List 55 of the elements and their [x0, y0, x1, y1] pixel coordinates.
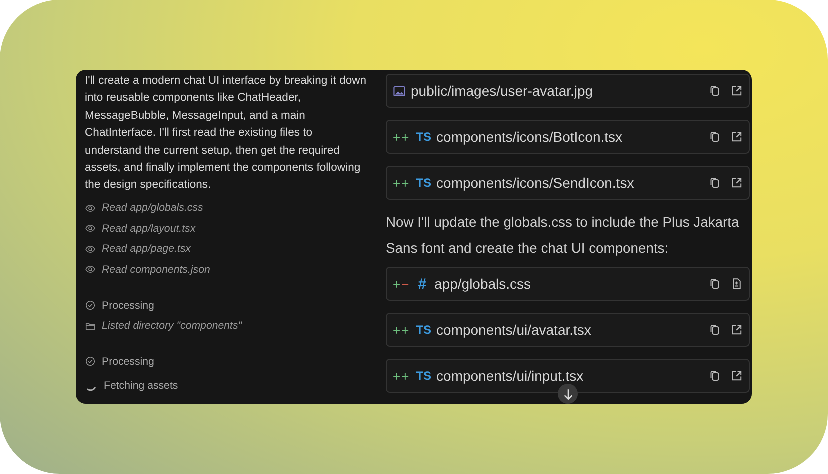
file-card[interactable]: ++ TS components/ui/avatar.tsx [386, 313, 750, 347]
file-path: components/icons/SendIcon.tsx [436, 175, 636, 191]
file-path: components/ui/avatar.tsx [436, 322, 592, 338]
diff-marker: ++ [393, 322, 410, 338]
copy-icon[interactable] [709, 370, 721, 382]
activity-text: Read components.json [102, 264, 210, 276]
file-card[interactable]: ++ TS components/icons/BotIcon.tsx [386, 120, 750, 154]
file-card[interactable]: ++ TS components/ui/input.tsx [386, 359, 750, 393]
file-card[interactable]: +− # app/globals.css [386, 267, 750, 301]
file-type-label: TS [416, 323, 432, 337]
spinner-icon [87, 387, 96, 391]
copy-icon[interactable] [709, 324, 721, 336]
activity-text: Read app/page.tsx [102, 243, 191, 256]
external-link-icon[interactable] [731, 131, 743, 143]
check-circle-icon [85, 356, 96, 368]
file-diff-icon[interactable] [731, 278, 743, 290]
file-type-label: TS [416, 369, 432, 383]
file-path: app/globals.css [434, 276, 532, 292]
activity-text: Processing [102, 356, 154, 368]
diff-marker: ++ [393, 176, 410, 190]
external-link-icon[interactable] [731, 370, 743, 382]
assistant-message: I'll create a modern chat UI interface by breaking it down into reusable components like ChatHeader, MessageBubble, MessageInput, and a main ChatInterface. I'll first read the existing files to understand the current setup, then get the required assets, and finally implement the components following the design specifications. [85, 74, 368, 194]
copy-icon[interactable] [709, 278, 721, 290]
activity-text: Read app/globals.css [102, 202, 204, 214]
folder-icon [85, 320, 96, 332]
scroll-down-button[interactable] [558, 384, 578, 404]
activity-text: Read app/layout.tsx [102, 222, 196, 235]
image-icon [393, 84, 406, 98]
external-link-icon[interactable] [731, 324, 743, 336]
copy-icon[interactable] [709, 85, 721, 97]
assistant-message: Now I'll update the globals.css to include the Plus Jakarta Sans font and create the chat UI components: [386, 213, 740, 258]
diff-marker: +− [393, 276, 410, 292]
copy-icon[interactable] [709, 177, 721, 189]
eye-icon [85, 264, 96, 276]
file-card[interactable]: public/images/user-avatar.jpg [386, 74, 750, 108]
arrow-down-icon [564, 388, 572, 400]
file-path: public/images/user-avatar.jpg [411, 83, 594, 99]
check-circle-icon [85, 300, 96, 312]
eye-icon [85, 223, 96, 234]
file-path: components/icons/BotIcon.tsx [436, 129, 624, 145]
activity-text: Fetching assets [104, 380, 178, 392]
external-link-icon[interactable] [731, 85, 743, 97]
file-type-label: # [418, 276, 427, 292]
diff-marker: ++ [393, 130, 410, 144]
activity-text: Processing [102, 300, 154, 312]
external-link-icon[interactable] [731, 177, 743, 189]
file-path: components/ui/input.tsx [436, 368, 585, 384]
file-type-label: TS [416, 176, 432, 190]
eye-icon [85, 244, 96, 255]
diff-marker: ++ [393, 368, 410, 384]
file-type-label: TS [416, 130, 432, 144]
eye-icon [85, 202, 96, 214]
copy-icon[interactable] [709, 131, 721, 143]
file-card[interactable]: ++ TS components/icons/SendIcon.tsx [386, 166, 750, 200]
activity-text: Listed directory "components" [102, 320, 242, 332]
